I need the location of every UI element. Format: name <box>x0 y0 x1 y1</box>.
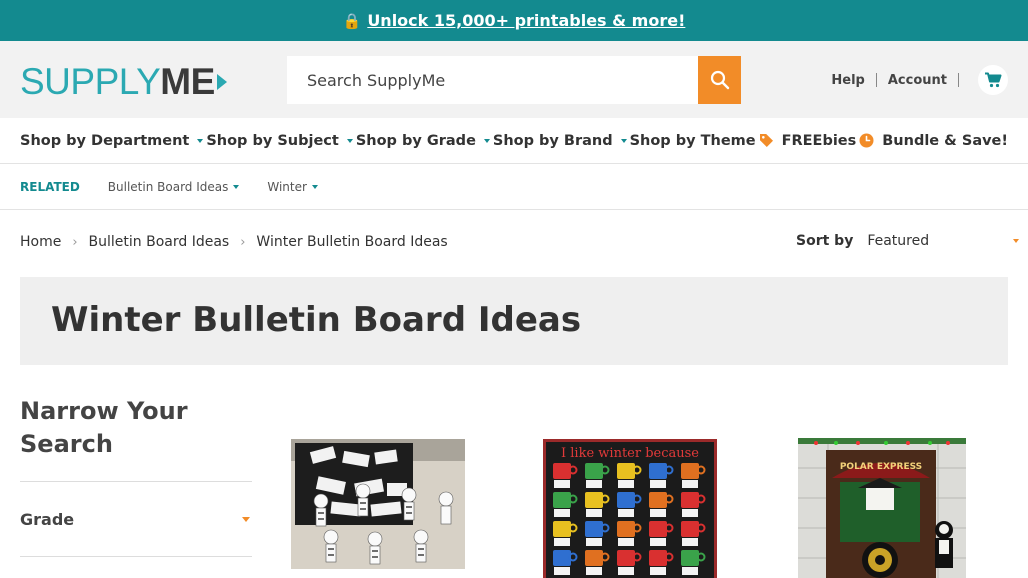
caret-down-icon <box>242 516 250 522</box>
filter-sidebar: Narrow Your Search Grade <box>20 395 252 557</box>
nav-label: Bundle & Save! <box>882 132 1008 149</box>
sort-control: Sort by Featured <box>796 233 1020 249</box>
breadcrumb-current: Winter Bulletin Board Ideas <box>256 234 448 250</box>
related-bulletin-board-ideas[interactable]: Bulletin Board Ideas <box>108 180 240 194</box>
related-item-label: Winter <box>267 179 307 194</box>
clock-icon <box>859 133 874 148</box>
polar-express-door-image: POLAR EXPRESS <box>798 438 966 578</box>
sort-label: Sort by <box>796 233 854 249</box>
snowman-board-image <box>291 439 465 569</box>
nav-label: Shop by Theme <box>629 132 756 149</box>
caret-down-icon <box>620 138 627 143</box>
board-title-text: I like winter because <box>561 446 699 461</box>
nav-label: FREEbies <box>781 132 857 149</box>
site-header: SUPPLY ME Help Account <box>0 41 1028 118</box>
related-item-label: Bulletin Board Ideas <box>107 179 229 194</box>
cart-button[interactable] <box>978 65 1008 95</box>
help-link[interactable]: Help <box>831 73 864 88</box>
caret-down-icon <box>233 184 240 189</box>
account-link[interactable]: Account <box>888 73 947 88</box>
nav-shop-by-grade[interactable]: Shop by Grade <box>356 133 490 149</box>
caret-down-icon <box>311 184 318 189</box>
search-button[interactable] <box>698 56 741 104</box>
search-icon <box>710 70 729 90</box>
lock-icon: 🔒 <box>342 11 362 30</box>
page-title: Winter Bulletin Board Ideas <box>51 300 582 340</box>
related-bar: RELATED Bulletin Board Ideas Winter <box>0 164 1028 210</box>
cart-icon <box>985 72 1002 88</box>
sidebar-heading: Narrow Your Search <box>20 397 188 458</box>
winter-mugs-board-image: I like winter because <box>543 439 717 578</box>
nav-label: Shop by Grade <box>355 132 476 149</box>
door-title-text: POLAR EXPRESS <box>840 462 922 472</box>
breadcrumb: Home › Bulletin Board Ideas › Winter Bul… <box>20 234 448 250</box>
logo[interactable]: SUPPLY ME <box>20 63 227 100</box>
caret-down-icon <box>483 138 490 143</box>
nav-label: Shop by Subject <box>206 132 339 149</box>
related-winter[interactable]: Winter <box>267 180 318 194</box>
promo-link[interactable]: Unlock 15,000+ printables & more! <box>367 11 685 30</box>
facet-grade[interactable]: Grade <box>20 481 252 557</box>
product-image-1[interactable] <box>291 439 465 569</box>
nav-bundle-and-save[interactable]: Bundle & Save! <box>859 133 1008 149</box>
divider <box>958 73 959 87</box>
search-input[interactable] <box>287 56 698 104</box>
caret-down-icon <box>346 138 353 143</box>
logo-text-light: SUPPLY <box>20 61 161 102</box>
chevron-right-icon: › <box>240 234 246 250</box>
nav-shop-by-department[interactable]: Shop by Department <box>20 132 204 149</box>
nav-label: Shop by Department <box>20 132 190 149</box>
nav-shop-by-brand[interactable]: Shop by Brand <box>493 133 627 149</box>
breadcrumb-bulletin-board-ideas[interactable]: Bulletin Board Ideas <box>89 234 230 250</box>
facet-label: Grade <box>20 509 75 529</box>
title-band: Winter Bulletin Board Ideas <box>20 277 1008 365</box>
sort-value: Featured <box>867 233 930 249</box>
header-links: Help Account <box>831 65 1008 95</box>
nav-shop-by-theme[interactable]: Shop by Theme <box>630 133 756 149</box>
chevron-right-icon: › <box>72 234 78 250</box>
logo-text-bold: ME <box>160 61 215 102</box>
caret-down-icon <box>1013 239 1020 243</box>
nav-shop-by-subject[interactable]: Shop by Subject <box>206 133 353 149</box>
product-image-3[interactable]: POLAR EXPRESS <box>798 438 966 578</box>
nav-label: Shop by Brand <box>492 132 613 149</box>
caret-down-icon <box>197 138 204 143</box>
nav-freebies[interactable]: FREEbies <box>759 132 857 149</box>
tag-icon <box>759 134 773 147</box>
main-nav: Shop by Department Shop by Subject Shop … <box>0 118 1028 164</box>
sort-select[interactable]: Featured <box>867 233 1020 249</box>
promo-bar: 🔒 Unlock 15,000+ printables & more! <box>0 0 1028 41</box>
product-image-2[interactable]: I like winter because <box>543 439 717 578</box>
divider <box>875 73 877 87</box>
search-bar <box>287 56 741 104</box>
related-label: RELATED <box>20 179 80 194</box>
logo-arrow-icon <box>216 73 227 90</box>
breadcrumb-home[interactable]: Home <box>20 234 61 250</box>
